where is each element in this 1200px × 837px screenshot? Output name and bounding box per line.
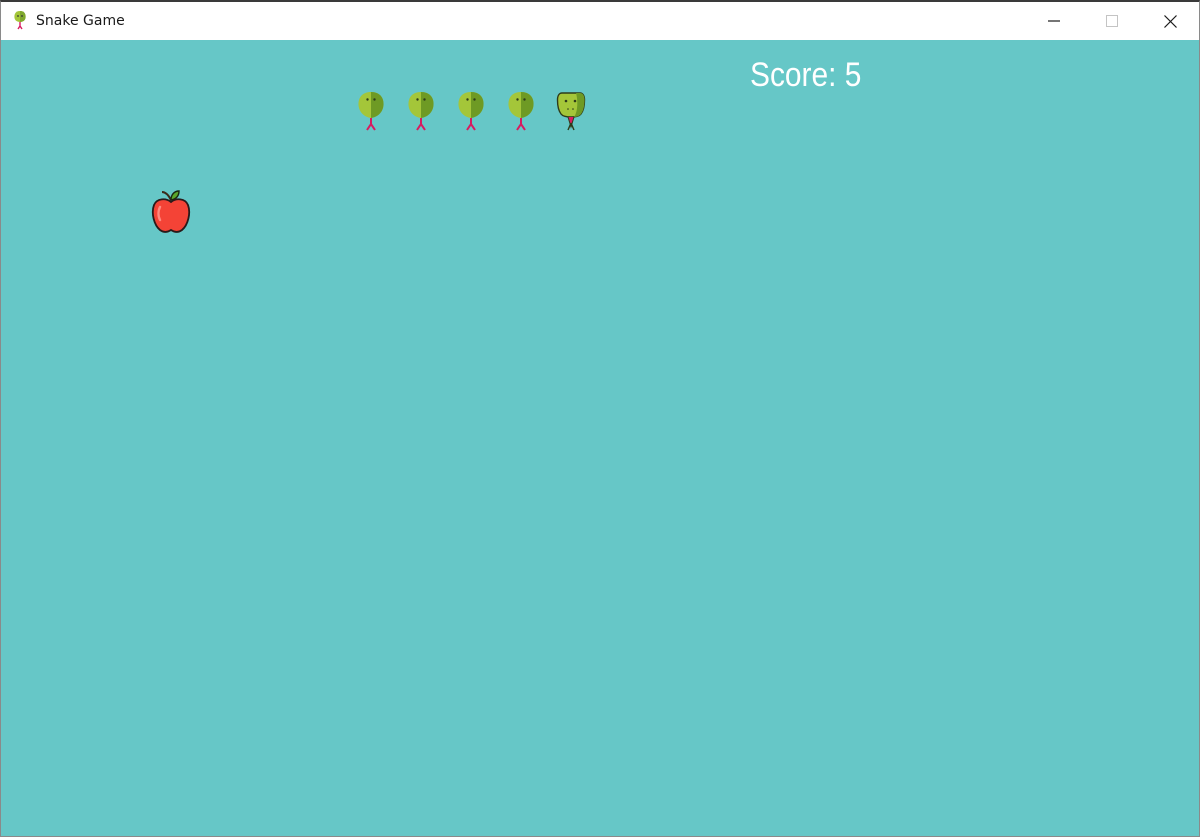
maximize-button[interactable] [1083,2,1141,40]
minimize-icon [1048,20,1060,22]
snake-icon [14,11,26,30]
snake-head-icon [556,92,586,131]
apple-icon [151,190,191,233]
snake-body-segment-icon [358,92,384,131]
close-button[interactable] [1141,2,1199,40]
window-title: Snake Game [36,13,125,29]
game-canvas[interactable]: Score: 5 [1,40,1199,836]
close-icon [1163,14,1177,28]
game-window: Snake Game Score: 5 [0,0,1200,837]
maximize-icon [1106,15,1118,27]
snake-body-segment-icon [408,92,434,131]
window-controls [1025,2,1199,40]
minimize-button[interactable] [1025,2,1083,40]
score-label: Score: 5 [750,56,862,94]
title-bar[interactable]: Snake Game [1,2,1199,40]
snake-body-segment-icon [458,92,484,131]
snake-body-segment-icon [508,92,534,131]
